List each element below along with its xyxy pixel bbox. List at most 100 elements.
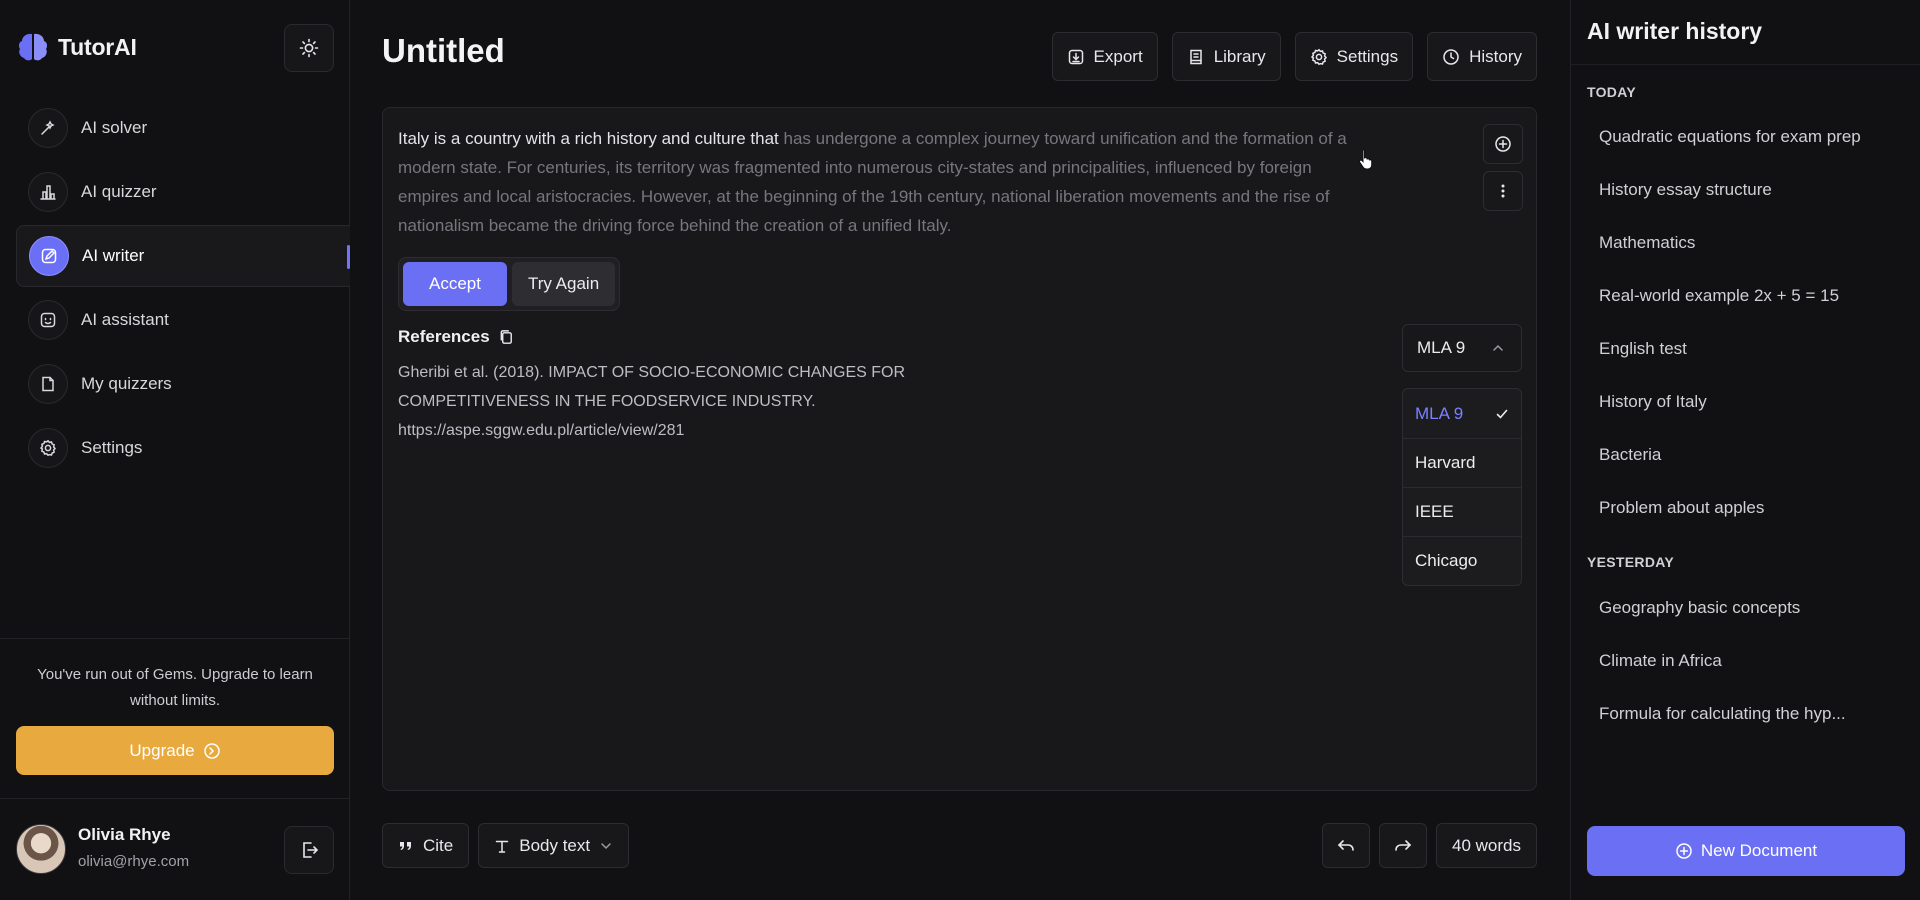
user-email: olivia@rhye.com bbox=[78, 853, 190, 870]
bar-chart-icon bbox=[28, 172, 68, 212]
text-style-select[interactable]: Body text bbox=[478, 823, 630, 868]
redo-button[interactable] bbox=[1379, 823, 1428, 868]
sidebar-nav: AI solver AI quizzer AI writer AI assist… bbox=[16, 97, 350, 481]
upgrade-button[interactable]: Upgrade bbox=[16, 726, 334, 775]
option-label: Chicago bbox=[1415, 551, 1478, 570]
history-toolbar: 40 words bbox=[1322, 823, 1537, 868]
check-icon bbox=[1495, 407, 1509, 421]
sidebar-item-ai-writer[interactable]: AI writer bbox=[16, 225, 350, 287]
sparkle-wand-icon bbox=[28, 108, 68, 148]
editor-text[interactable]: Italy is a country with a rich history a… bbox=[398, 124, 1348, 240]
redo-icon bbox=[1393, 837, 1413, 855]
avatar[interactable] bbox=[16, 824, 66, 874]
top-toolbar: Export Library Settings History bbox=[1051, 32, 1537, 81]
kebab-menu-icon bbox=[1494, 182, 1512, 200]
quote-icon bbox=[398, 838, 414, 854]
accept-button[interactable]: Accept bbox=[403, 262, 507, 306]
copy-icon[interactable] bbox=[498, 329, 515, 346]
history-item[interactable]: Formula for calculating the hyp... bbox=[1599, 704, 1909, 724]
history-group-today: TODAY bbox=[1587, 84, 1636, 100]
sidebar-item-label: AI quizzer bbox=[81, 182, 157, 201]
citation-option-chicago[interactable]: Chicago bbox=[1403, 536, 1521, 585]
history-item[interactable]: English test bbox=[1599, 339, 1909, 359]
sidebar-item-label: AI writer bbox=[82, 246, 145, 265]
edit-note-icon bbox=[29, 236, 69, 276]
divider bbox=[1571, 64, 1920, 65]
user-name: Olivia Rhye bbox=[78, 825, 171, 844]
book-icon bbox=[1187, 48, 1205, 66]
text-type-icon bbox=[494, 838, 510, 854]
brain-logo-icon bbox=[16, 30, 50, 64]
history-item[interactable]: Geography basic concepts bbox=[1599, 598, 1909, 618]
sidebar-item-label: AI solver bbox=[81, 118, 148, 137]
plus-circle-icon bbox=[1494, 135, 1512, 153]
export-icon bbox=[1067, 48, 1085, 66]
history-group-yesterday: YESTERDAY bbox=[1587, 554, 1674, 570]
sidebar-item-label: AI assistant bbox=[81, 310, 169, 329]
gear-icon bbox=[28, 428, 68, 468]
accepted-text: Italy is a country with a rich history a… bbox=[398, 129, 784, 148]
history-item[interactable]: Bacteria bbox=[1599, 445, 1909, 465]
settings-button[interactable]: Settings bbox=[1294, 32, 1414, 81]
new-document-label: New Document bbox=[1700, 841, 1818, 860]
sidebar-item-my-quizzers[interactable]: My quizzers bbox=[16, 353, 350, 415]
sidebar: TutorAI AI solver AI quizzer AI writer A… bbox=[0, 0, 350, 900]
theme-toggle-button[interactable] bbox=[284, 24, 334, 72]
logout-button[interactable] bbox=[284, 826, 334, 874]
history-item[interactable]: Quadratic equations for exam prep bbox=[1599, 127, 1909, 147]
history-panel: AI writer history TODAY Quadratic equati… bbox=[1570, 0, 1920, 900]
sidebar-item-settings[interactable]: Settings bbox=[16, 417, 350, 479]
hand-pointer-icon bbox=[1358, 148, 1374, 170]
app-name: TutorAI bbox=[58, 33, 137, 60]
references-heading: References bbox=[398, 327, 515, 347]
history-item[interactable]: Problem about apples bbox=[1599, 498, 1909, 518]
history-item[interactable]: Real-world example 2x + 5 = 15 bbox=[1599, 286, 1909, 306]
clock-icon bbox=[1442, 48, 1460, 66]
history-item[interactable]: Climate in Africa bbox=[1599, 651, 1909, 671]
more-options-button[interactable] bbox=[1483, 171, 1523, 211]
divider bbox=[0, 798, 350, 799]
arrow-circle-icon bbox=[203, 742, 221, 760]
upgrade-button-label: Upgrade bbox=[129, 740, 195, 760]
option-label: Harvard bbox=[1415, 453, 1476, 472]
word-count: 40 words bbox=[1436, 823, 1537, 868]
chevron-down-icon bbox=[599, 839, 613, 853]
option-label: MLA 9 bbox=[1415, 403, 1464, 423]
references-title: References bbox=[398, 327, 490, 346]
history-item[interactable]: History of Italy bbox=[1599, 392, 1909, 412]
reference-text: Gheribi et al. (2018). IMPACT OF SOCIO-E… bbox=[398, 364, 906, 439]
export-label: Export bbox=[1093, 46, 1143, 66]
history-button[interactable]: History bbox=[1427, 32, 1537, 81]
editor-panel: Italy is a country with a rich history a… bbox=[382, 107, 1537, 791]
citation-style-select[interactable]: MLA 9 bbox=[1402, 324, 1522, 372]
undo-icon bbox=[1336, 837, 1356, 855]
logout-icon bbox=[299, 840, 319, 860]
add-block-button[interactable] bbox=[1483, 124, 1523, 164]
cite-button[interactable]: Cite bbox=[382, 823, 470, 868]
new-document-button[interactable]: New Document bbox=[1587, 826, 1905, 876]
sidebar-item-label: Settings bbox=[81, 438, 143, 457]
citation-style-value: MLA 9 bbox=[1417, 338, 1466, 357]
citation-option-harvard[interactable]: Harvard bbox=[1403, 438, 1521, 487]
library-button[interactable]: Library bbox=[1171, 32, 1281, 81]
history-panel-title: AI writer history bbox=[1587, 18, 1763, 44]
brand[interactable]: TutorAI bbox=[16, 30, 137, 64]
history-item[interactable]: History essay structure bbox=[1599, 180, 1909, 200]
undo-button[interactable] bbox=[1322, 823, 1371, 868]
history-label: History bbox=[1469, 46, 1522, 66]
sidebar-item-ai-solver[interactable]: AI solver bbox=[16, 97, 350, 159]
upgrade-promo-text: You've run out of Gems. Upgrade to learn… bbox=[37, 666, 313, 709]
history-item[interactable]: Mathematics bbox=[1599, 233, 1909, 253]
sidebar-item-ai-quizzer[interactable]: AI quizzer bbox=[16, 161, 350, 223]
library-label: Library bbox=[1213, 46, 1266, 66]
text-style-label: Body text bbox=[519, 835, 591, 855]
citation-option-mla-9[interactable]: MLA 9 bbox=[1403, 389, 1521, 438]
suggestion-actions: Accept Try Again bbox=[398, 257, 621, 311]
format-toolbar: Cite Body text bbox=[382, 823, 630, 868]
citation-style-menu: MLA 9 Harvard IEEE Chicago bbox=[1402, 388, 1522, 586]
page-title[interactable]: Untitled bbox=[382, 32, 505, 70]
try-again-button[interactable]: Try Again bbox=[511, 262, 616, 306]
export-button[interactable]: Export bbox=[1051, 32, 1158, 81]
citation-option-ieee[interactable]: IEEE bbox=[1403, 487, 1521, 536]
sidebar-item-ai-assistant[interactable]: AI assistant bbox=[16, 289, 350, 351]
